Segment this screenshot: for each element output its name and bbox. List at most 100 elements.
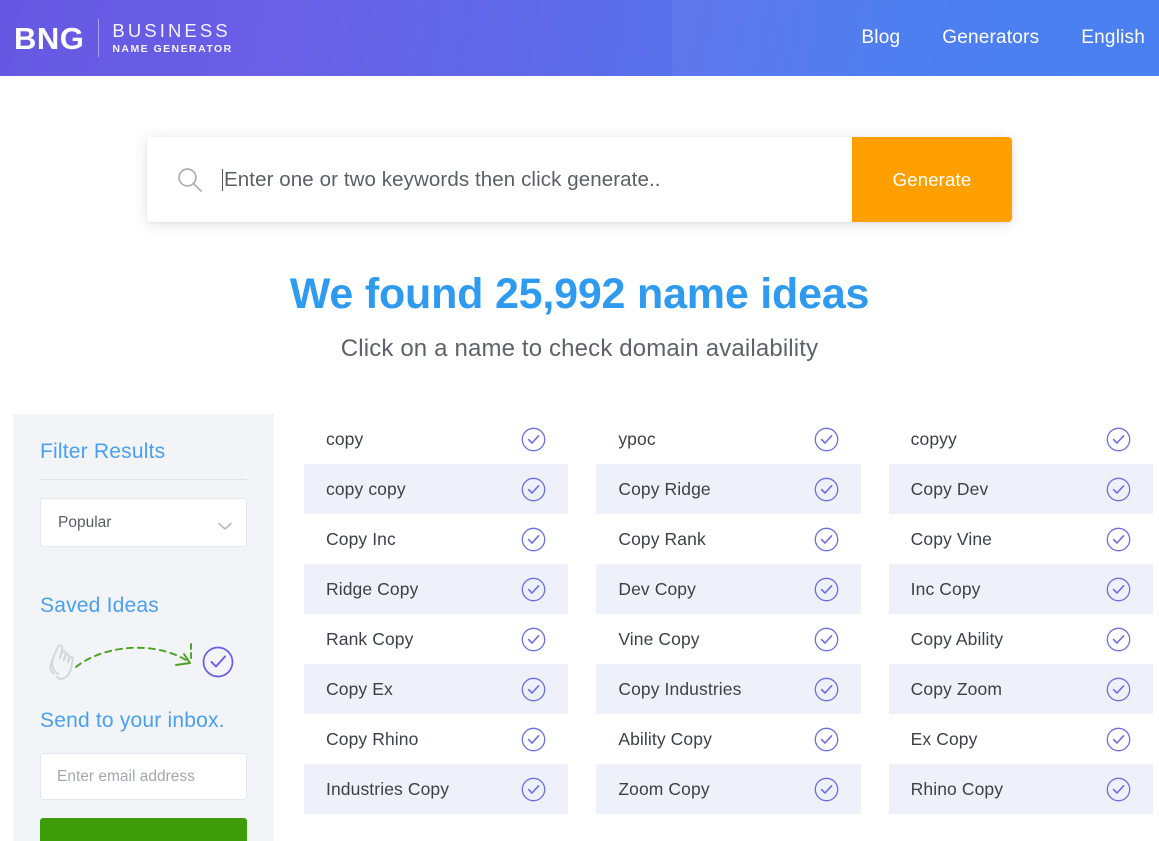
- content-area: Filter Results Popular Saved Ideas Send …: [0, 414, 1159, 841]
- check-circle-icon[interactable]: [521, 477, 546, 502]
- check-circle-icon[interactable]: [521, 627, 546, 652]
- search-field[interactable]: [147, 137, 852, 222]
- result-name: Copy Ex: [326, 678, 393, 699]
- result-name: copy: [326, 428, 364, 449]
- check-circle-icon[interactable]: [814, 627, 839, 652]
- result-name: Dev Copy: [618, 578, 696, 599]
- table-row[interactable]: Dev Copy: [596, 564, 861, 615]
- results-grid: copy copy copy Copy Inc Ridge Copy Rank …: [274, 414, 1159, 815]
- check-circle-icon[interactable]: [814, 477, 839, 502]
- result-name: Vine Copy: [618, 628, 700, 649]
- filter-results-title: Filter Results: [40, 440, 166, 464]
- table-row[interactable]: copyy: [889, 414, 1153, 464]
- table-row[interactable]: Copy Ability: [889, 614, 1153, 664]
- logo-divider: [98, 19, 100, 57]
- search-input[interactable]: [224, 167, 852, 192]
- result-name: Copy Dev: [910, 478, 989, 499]
- table-row[interactable]: Copy Zoom: [888, 664, 1153, 715]
- results-column-1: copy copy copy Copy Inc Ridge Copy Rank …: [304, 414, 569, 815]
- check-circle-icon[interactable]: [521, 777, 546, 802]
- check-circle-icon[interactable]: [814, 577, 839, 602]
- table-row[interactable]: Ridge Copy: [304, 564, 569, 615]
- table-row[interactable]: ypoc: [596, 414, 860, 464]
- result-name: copy copy: [326, 478, 406, 499]
- results-count-heading: We found 25,992 name ideas: [289, 270, 870, 318]
- table-row[interactable]: Copy Industries: [596, 664, 861, 715]
- site-header: BNG BUSINESS NAME GENERATOR Blog Generat…: [0, 0, 1159, 76]
- table-row[interactable]: Copy Ex: [304, 664, 569, 715]
- table-row[interactable]: Copy Inc: [304, 514, 568, 564]
- table-row[interactable]: Industries Copy: [304, 764, 569, 815]
- result-name: Copy Industries: [618, 678, 742, 699]
- logo[interactable]: BNG BUSINESS NAME GENERATOR: [14, 15, 233, 61]
- table-row[interactable]: Copy Dev: [888, 464, 1153, 515]
- result-name: Zoom Copy: [618, 778, 710, 799]
- table-row[interactable]: Inc Copy: [888, 564, 1153, 615]
- saved-ideas-title: Saved Ideas: [40, 594, 159, 618]
- logo-subtitle-text: NAME GENERATOR: [112, 43, 233, 56]
- result-name: Rhino Copy: [910, 778, 1004, 799]
- check-circle-icon[interactable]: [1106, 727, 1131, 752]
- table-row[interactable]: Ability Copy: [596, 714, 860, 764]
- check-circle-icon[interactable]: [521, 727, 546, 752]
- generate-button[interactable]: Generate: [852, 137, 1012, 222]
- result-name: Ability Copy: [618, 728, 712, 749]
- chevron-down-icon: [218, 518, 232, 531]
- table-row[interactable]: Ex Copy: [889, 714, 1153, 764]
- sort-select[interactable]: Popular: [40, 498, 247, 548]
- result-name: Inc Copy: [910, 578, 981, 599]
- check-circle-icon[interactable]: [521, 677, 546, 702]
- email-input[interactable]: [57, 767, 230, 786]
- text-caret: [222, 168, 223, 191]
- check-circle-icon[interactable]: [1106, 677, 1131, 702]
- check-circle-icon[interactable]: [1106, 777, 1131, 802]
- table-row[interactable]: Zoom Copy: [596, 764, 861, 815]
- table-row[interactable]: Rhino Copy: [888, 764, 1153, 815]
- nav-link-generators[interactable]: Generators: [942, 27, 1039, 49]
- check-circle-icon[interactable]: [1106, 477, 1131, 502]
- check-circle-icon[interactable]: [521, 427, 546, 452]
- result-name: Copy Vine: [910, 528, 992, 549]
- send-to-inbox-title: Send to your inbox.: [40, 709, 225, 733]
- search-icon: [176, 166, 204, 194]
- nav-link-language[interactable]: English: [1081, 27, 1145, 49]
- check-circle-icon[interactable]: [1106, 577, 1131, 602]
- email-field-wrapper[interactable]: [40, 753, 247, 801]
- check-circle-icon[interactable]: [814, 427, 839, 452]
- table-row[interactable]: copy copy: [304, 464, 569, 515]
- check-circle-icon[interactable]: [1106, 627, 1131, 652]
- check-circle-icon[interactable]: [814, 677, 839, 702]
- check-circle-icon[interactable]: [814, 777, 839, 802]
- table-row[interactable]: Copy Rank: [596, 514, 860, 564]
- table-row[interactable]: Rank Copy: [304, 614, 568, 664]
- table-row[interactable]: Copy Vine: [889, 514, 1153, 564]
- subscribe-button[interactable]: [40, 818, 247, 841]
- check-circle-icon: [202, 646, 234, 678]
- saved-ideas-illustration: [40, 630, 247, 692]
- result-name: Ridge Copy: [326, 578, 419, 599]
- check-circle-icon[interactable]: [1106, 427, 1131, 452]
- results-column-3: copyy Copy Dev Copy Vine Inc Copy Copy A…: [888, 414, 1153, 815]
- table-row[interactable]: Copy Rhino: [304, 714, 568, 764]
- dashed-arrow-icon: [75, 643, 192, 669]
- main-navigation: Blog Generators English: [861, 0, 1145, 76]
- result-name: Copy Rhino: [326, 728, 419, 749]
- check-circle-icon[interactable]: [1106, 527, 1131, 552]
- result-name: Industries Copy: [326, 778, 450, 799]
- result-name: Ex Copy: [910, 728, 978, 749]
- table-row[interactable]: Vine Copy: [596, 614, 860, 664]
- pointing-hand-icon: [49, 644, 74, 681]
- result-name: Copy Ability: [910, 628, 1004, 649]
- result-name: Copy Ridge: [618, 478, 711, 499]
- table-row[interactable]: copy: [304, 414, 568, 464]
- check-circle-icon[interactable]: [521, 527, 546, 552]
- nav-link-blog[interactable]: Blog: [861, 27, 900, 49]
- result-name: Copy Zoom: [910, 678, 1003, 699]
- logo-business-text: BUSINESS: [112, 19, 231, 41]
- logo-text-group: BUSINESS NAME GENERATOR: [112, 20, 232, 56]
- results-column-2: ypoc Copy Ridge Copy Rank Dev Copy Vine …: [596, 414, 861, 815]
- check-circle-icon[interactable]: [521, 577, 546, 602]
- check-circle-icon[interactable]: [814, 527, 839, 552]
- check-circle-icon[interactable]: [814, 727, 839, 752]
- table-row[interactable]: Copy Ridge: [596, 464, 861, 515]
